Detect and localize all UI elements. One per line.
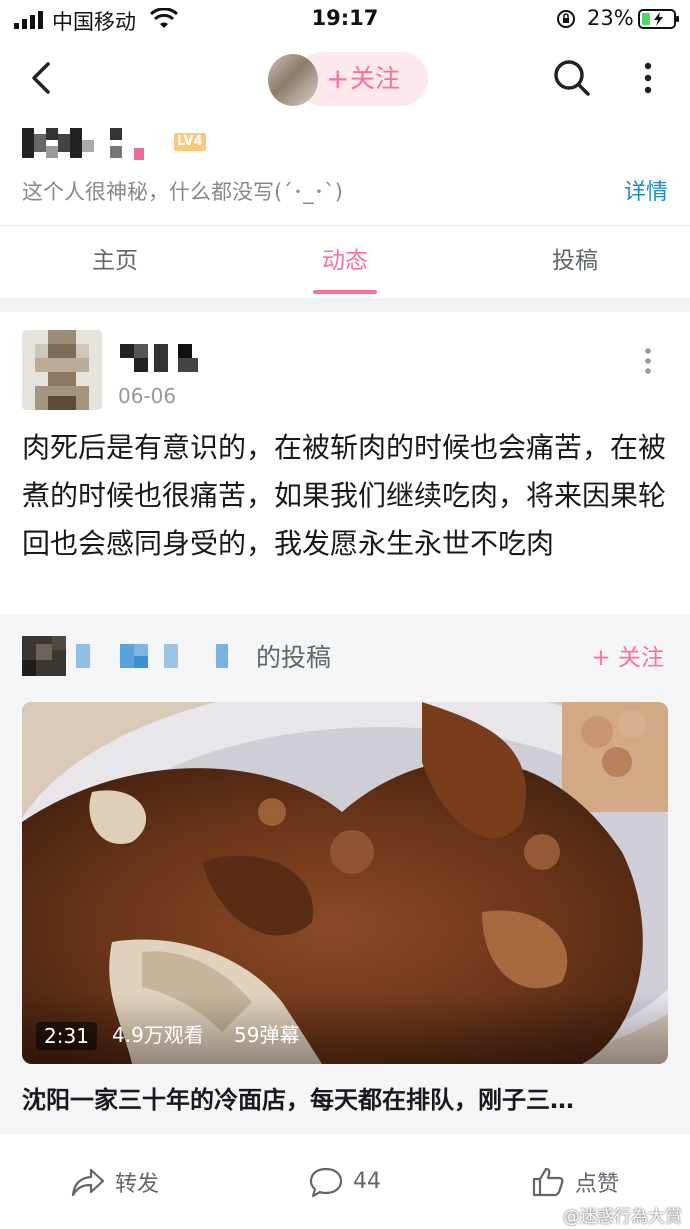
detail-link[interactable]: 详情 bbox=[624, 174, 668, 206]
comment-icon bbox=[309, 1167, 343, 1197]
video-thumbnail[interactable]: 2:31 4.9万观看 59弹幕 bbox=[22, 702, 668, 1064]
post-more-icon[interactable] bbox=[640, 346, 656, 376]
plus-icon: + bbox=[326, 62, 350, 95]
uploader-name-pixelated bbox=[76, 644, 228, 668]
level-badge: LV4 bbox=[174, 133, 206, 151]
post-text: 肉死后是有意识的，在被斩肉的时候也会痛苦，在被煮的时候也很痛苦，如果我们继续吃肉… bbox=[22, 431, 667, 560]
profile-tabs: 主页 动态 投稿 bbox=[0, 226, 690, 298]
tab-home[interactable]: 主页 bbox=[0, 226, 230, 298]
repost-source-label: 的投稿 bbox=[256, 643, 332, 672]
orientation-lock-icon bbox=[557, 10, 575, 28]
more-options-icon[interactable] bbox=[640, 58, 656, 98]
status-bar: 中国移动 19:17 23% bbox=[0, 0, 690, 40]
comment-count: 44 bbox=[353, 1169, 381, 1194]
video-title[interactable]: 沈阳一家三十年的冷面店，每天都在排队，刚子三… bbox=[22, 1080, 662, 1115]
tab-dynamics[interactable]: 动态 bbox=[230, 226, 460, 298]
uploader-avatar[interactable] bbox=[22, 636, 66, 676]
weibo-watermark: @迷惑行為大賞 bbox=[563, 1207, 682, 1227]
repost-card[interactable]: 的投稿 + 关注 2:31 4.9万观看 59弹幕 沈阳一家三十年的冷面店，每天… bbox=[0, 614, 690, 1134]
profile-header: LV4 这个人很神秘，什么都没写(´･_･`) 详情 bbox=[0, 116, 690, 226]
tab-submissions[interactable]: 投稿 bbox=[460, 226, 690, 298]
post-date: 06-06 bbox=[118, 384, 177, 408]
video-danmaku-count: 59弹幕 bbox=[234, 1023, 300, 1047]
user-avatar[interactable] bbox=[268, 54, 318, 106]
section-divider bbox=[0, 298, 690, 312]
share-label: 转发 bbox=[114, 1171, 159, 1197]
battery-icon bbox=[638, 9, 679, 29]
username-pixelated bbox=[22, 128, 144, 160]
video-duration: 2:31 bbox=[36, 1022, 97, 1050]
post-author-name-pixelated bbox=[120, 344, 198, 372]
share-button[interactable]: 转发 bbox=[0, 1134, 230, 1229]
thumbs-up-icon bbox=[532, 1167, 564, 1196]
like-label: 点赞 bbox=[574, 1171, 619, 1197]
video-views: 4.9万观看 bbox=[112, 1023, 204, 1047]
comment-button[interactable]: 44 bbox=[230, 1134, 460, 1229]
uploader-follow-button[interactable]: + 关注 bbox=[591, 638, 664, 672]
back-arrow-icon[interactable] bbox=[24, 58, 60, 98]
search-icon[interactable] bbox=[552, 58, 592, 98]
post-author-avatar[interactable] bbox=[22, 330, 102, 410]
user-bio: 这个人很神秘，什么都没写(´･_･`) bbox=[22, 180, 343, 204]
top-nav: + 关注 bbox=[0, 42, 690, 116]
share-icon bbox=[71, 1168, 105, 1196]
battery-percent: 23% bbox=[587, 6, 634, 30]
